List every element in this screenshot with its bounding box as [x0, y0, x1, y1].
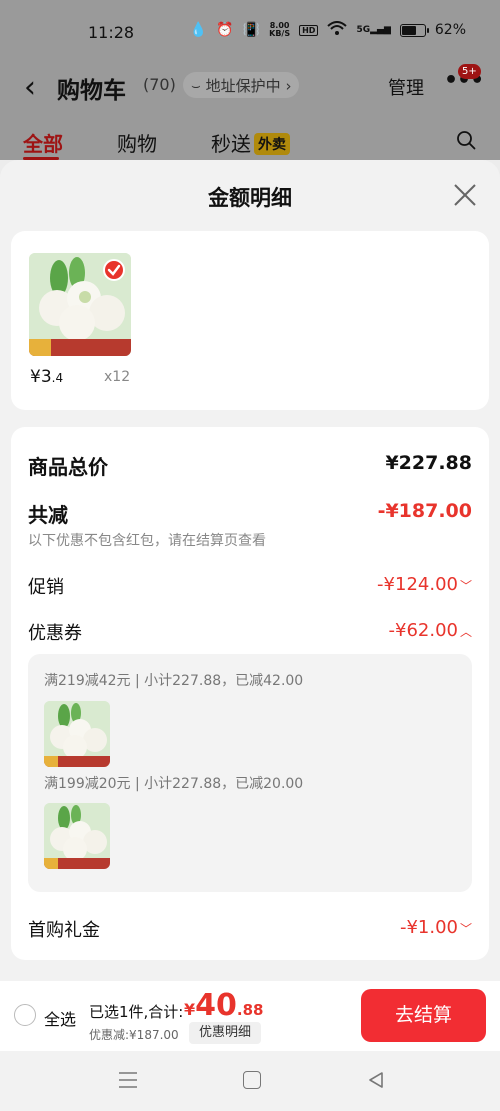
total-reduce-label: 共减	[28, 503, 68, 527]
system-nav-bar	[0, 1051, 500, 1111]
coupon-product-image-2	[44, 803, 110, 869]
speed-unit: KB/S	[269, 29, 291, 38]
discount-detail-button[interactable]: 优惠明细	[189, 1022, 261, 1044]
item-price-decimal: .4	[51, 371, 64, 385]
selected-summary: 已选1件,合计:	[89, 1003, 184, 1021]
checkout-bar: 全选 已选1件,合计: ¥40.88 优惠减:¥187.00 优惠明细 去结算	[0, 981, 500, 1051]
total-dec: .88	[236, 1001, 264, 1019]
cart-header: ‹ 购物车 (70) ⌣ 地址保护中 › 管理 ••• 5+ 全部 购物 秒送外…	[0, 64, 500, 160]
alarm-icon: ⏰	[216, 22, 234, 38]
cart-tabs: 全部 购物 秒送 外卖	[0, 128, 500, 160]
check-icon	[103, 259, 125, 281]
status-time: 11:28	[88, 23, 135, 42]
coupon-detail-box: 满219减42元 | 小计227.88，已减42.00 满199减20元 | 小…	[28, 654, 472, 892]
item-price-main: ¥3	[30, 367, 52, 387]
coupon-line-1: 满219减42元 | 小计227.88，已减42.00	[44, 673, 304, 689]
network-speed: 8.00 KB/S	[269, 22, 290, 38]
selected-items-card: ¥3.4 x12	[11, 231, 489, 410]
promo-label: 促销	[28, 577, 64, 598]
shield-icon: ⌣	[191, 77, 201, 95]
menu-icon[interactable]	[118, 1071, 138, 1089]
coupon-row[interactable]: -¥62.00 ︿	[389, 620, 473, 641]
chevron-right-icon: ›	[285, 77, 292, 95]
takeout-badge: 外卖	[254, 133, 290, 155]
cart-count: (70)	[143, 75, 176, 94]
total-price-value: ¥227.88	[385, 452, 472, 474]
hd-icon: HD	[299, 24, 319, 36]
total-price: ¥40.88	[184, 988, 263, 1023]
price-summary-card: 商品总价 ¥227.88 共减 -¥187.00 以下优惠不包含红包，请在结算页…	[11, 427, 489, 960]
sheet-title: 金额明细	[208, 186, 292, 210]
vibrate-icon: 📳	[242, 22, 261, 38]
promo-value: -¥124.00	[377, 574, 458, 595]
discount-text: 优惠减:¥187.00	[89, 1028, 179, 1042]
back-triangle-icon[interactable]	[366, 1070, 386, 1090]
promo-row[interactable]: -¥124.00 ﹀	[377, 574, 472, 595]
total-yen: ¥	[184, 1000, 196, 1019]
coupon-label: 优惠券	[28, 623, 82, 644]
status-bar: 11:28 💧 ⏰ 📳 8.00 KB/S HD 5G▂▄▆ 62%	[0, 0, 500, 64]
first-purchase-gift-label: 首购礼金	[28, 920, 100, 941]
water-drop-icon: 💧	[189, 22, 208, 38]
checkout-button[interactable]: 去结算	[361, 989, 486, 1042]
first-purchase-gift-value: -¥1.00	[399, 917, 458, 938]
battery-level	[401, 25, 416, 35]
coupon-product-thumbnail-2[interactable]	[44, 803, 110, 869]
amount-detail-sheet: 金额明细 ¥3.4 x12 商品总价 ¥227.88 共减 -¥187.00 以…	[0, 160, 500, 1111]
home-icon[interactable]	[243, 1071, 261, 1089]
battery-percent: 62%	[434, 22, 466, 38]
item-price: ¥3.4	[30, 367, 63, 387]
chevron-up-icon: ︿	[459, 625, 472, 639]
chevron-down-icon: ﹀	[459, 579, 472, 593]
chevron-down-icon: ﹀	[459, 922, 472, 936]
select-all-label[interactable]: 全选	[44, 1006, 76, 1030]
coupon-value: -¥62.00	[388, 620, 458, 641]
signal-label: 5G	[356, 25, 371, 35]
battery-icon	[399, 23, 429, 37]
address-protect-pill[interactable]: ⌣ 地址保护中 ›	[183, 72, 300, 98]
total-reduce-value: -¥187.00	[377, 500, 472, 522]
tab-instant-label: 秒送	[211, 132, 251, 156]
tab-all[interactable]: 全部	[23, 128, 63, 157]
tab-shopping[interactable]: 购物	[117, 128, 157, 157]
address-protect-label: 地址保护中	[205, 77, 281, 95]
status-icons: 💧 ⏰ 📳 8.00 KB/S HD 5G▂▄▆ 62%	[190, 21, 466, 39]
signal-icon: 5G▂▄▆	[356, 25, 391, 35]
coupon-product-thumbnail-1[interactable]	[44, 701, 110, 767]
item-quantity: x12	[104, 369, 131, 385]
coupon-product-image-1	[44, 701, 110, 767]
total-price-label: 商品总价	[28, 455, 108, 479]
search-icon[interactable]	[456, 130, 476, 150]
reduce-note: 以下优惠不包含红包，请在结算页查看	[28, 533, 266, 549]
close-icon[interactable]	[452, 182, 478, 208]
wifi-icon	[327, 21, 348, 39]
tab-instant-delivery[interactable]: 秒送 外卖	[211, 128, 290, 157]
total-int: 40	[195, 988, 237, 1023]
coupon-line-2: 满199减20元 | 小计227.88，已减20.00	[44, 776, 304, 792]
product-thumbnail[interactable]	[29, 253, 131, 356]
gift-row[interactable]: -¥1.00 ﹀	[400, 917, 472, 938]
back-arrow-icon[interactable]: ‹	[24, 70, 36, 105]
select-all-radio[interactable]	[14, 1004, 36, 1026]
manage-button[interactable]: 管理	[388, 74, 424, 100]
page-title: 购物车	[57, 78, 126, 104]
more-badge: 5+	[458, 64, 481, 79]
